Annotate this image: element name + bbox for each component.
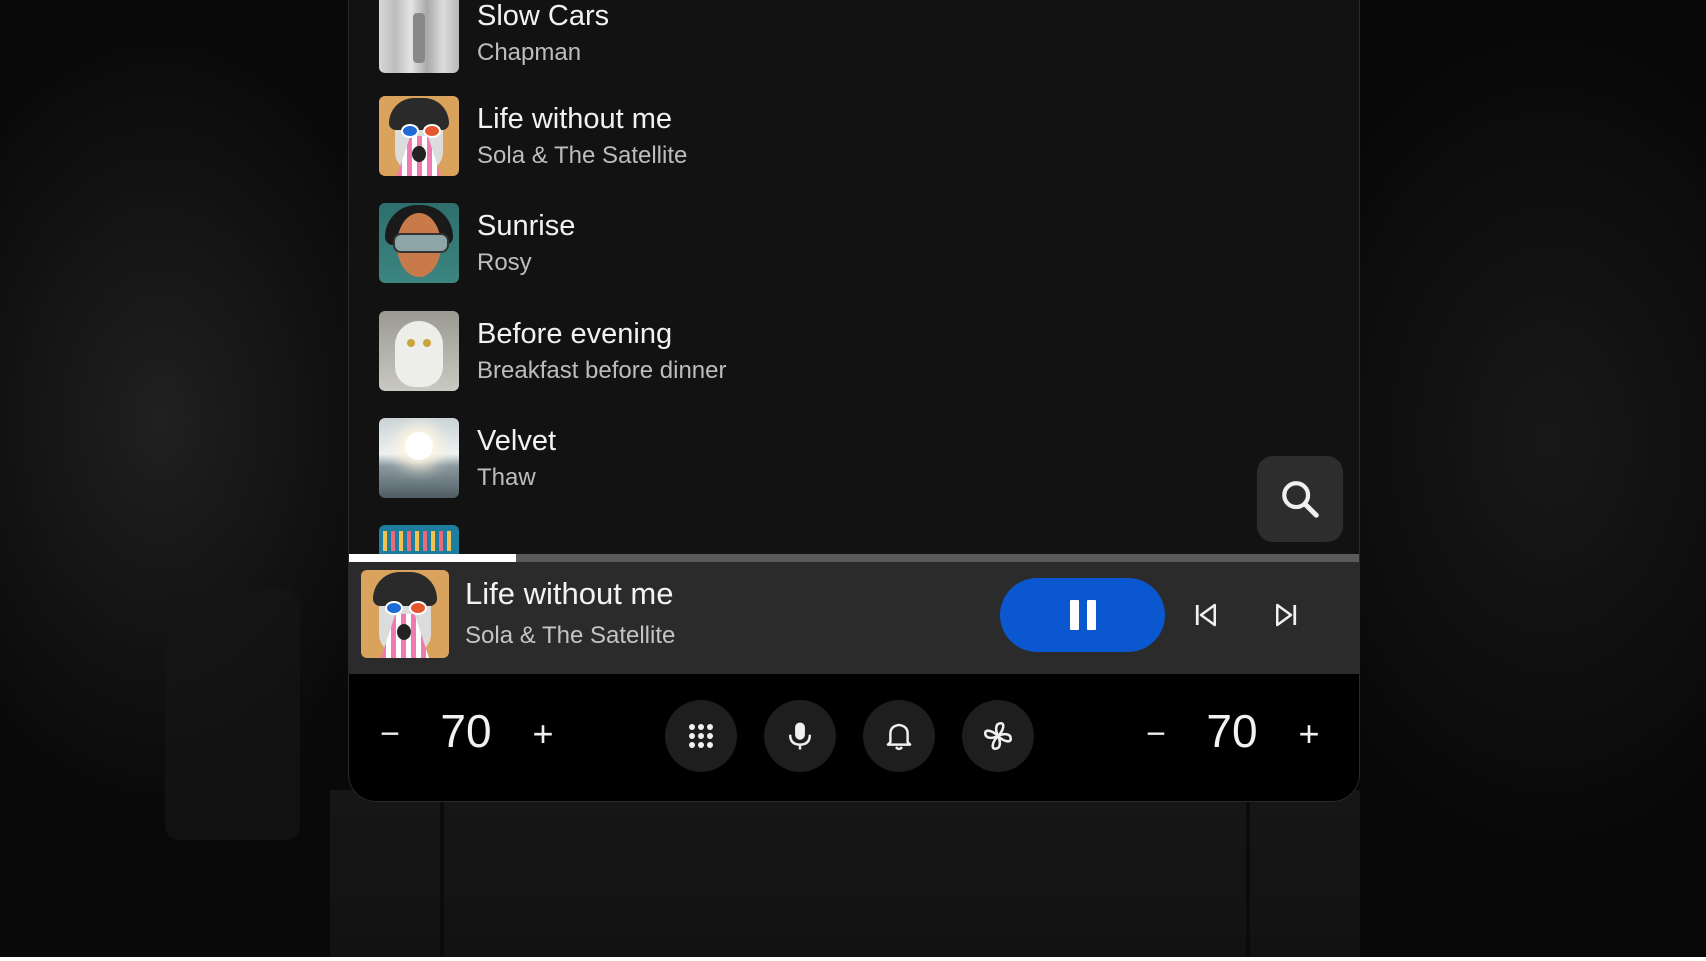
skip-next-icon [1276, 603, 1297, 627]
track-title: Velvet [477, 425, 556, 457]
track-title: Life without me [477, 103, 673, 135]
track-artist: Sola & The Satellite [477, 142, 688, 169]
voice-assistant-button[interactable] [764, 700, 836, 772]
track-item[interactable]: Velvet Thaw [379, 418, 1279, 498]
now-playing-bar[interactable]: Life without me Sola & The Satellite [349, 562, 1359, 674]
search-button[interactable] [1257, 456, 1343, 542]
bell-icon [886, 723, 912, 751]
right-temp-increase-button[interactable]: + [1289, 713, 1329, 754]
track-list[interactable]: Slow Cars Chapman Life without me Sola &… [349, 0, 1359, 556]
track-artist: Thaw [477, 464, 536, 491]
pause-icon [1066, 600, 1100, 630]
track-meta: Before evening Breakfast before dinner [477, 314, 726, 388]
track-meta: Velvet Thaw [477, 421, 556, 495]
console-groove [1246, 790, 1250, 961]
bottom-edge [0, 957, 1706, 961]
sunrise-album-art [379, 203, 459, 283]
climate-fan-button[interactable] [962, 700, 1034, 772]
next-track-button[interactable] [1265, 594, 1307, 636]
now-playing-album-art [361, 570, 449, 658]
track-meta: Sunrise Rosy [477, 206, 575, 280]
app-grid-icon [689, 724, 713, 748]
previous-track-button[interactable] [1185, 594, 1227, 636]
fan-icon [983, 721, 1013, 751]
now-playing-artist: Sola & The Satellite [465, 622, 676, 649]
track-title: Sunrise [477, 210, 576, 242]
track-item[interactable]: Sunrise Rosy [379, 203, 1279, 283]
before-evening-album-art [379, 311, 459, 391]
notifications-button[interactable] [863, 700, 935, 772]
track-artist: Breakfast before dinner [477, 357, 727, 384]
track-item[interactable]: Paper cut [379, 525, 1279, 556]
playback-progress-bar[interactable] [349, 554, 1359, 562]
minus-icon: − [1146, 714, 1166, 753]
track-item[interactable]: Life without me Sola & The Satellite [379, 96, 1279, 176]
right-temperature: 70 [1206, 705, 1258, 757]
background-seat-right [1300, 0, 1706, 961]
search-icon [1282, 481, 1319, 518]
background-seat-panel [165, 590, 300, 840]
track-meta: Slow Cars Chapman [477, 0, 609, 70]
right-temp-decrease-button[interactable]: − [1136, 714, 1176, 754]
system-bar: − 70 + − 70 + [349, 674, 1359, 801]
track-meta: Life without me Sola & The Satellite [477, 99, 687, 173]
track-artist: Rosy [477, 249, 532, 276]
console-groove [440, 790, 444, 961]
infotainment-screen: Slow Cars Chapman Life without me Sola &… [348, 0, 1360, 802]
now-playing-title: Life without me [465, 576, 674, 611]
left-temperature: 70 [440, 705, 492, 757]
background-console [330, 790, 1360, 961]
left-temp-decrease-button[interactable]: − [370, 714, 410, 754]
paper-cut-album-art [379, 525, 459, 556]
velvet-album-art [379, 418, 459, 498]
track-item[interactable]: Slow Cars Chapman [379, 0, 1279, 73]
life-without-me-album-art [379, 96, 459, 176]
playback-progress-fill [349, 554, 516, 562]
left-temp-increase-button[interactable]: + [523, 713, 563, 754]
track-title: Slow Cars [477, 0, 610, 32]
slow-cars-album-art [379, 0, 459, 73]
track-title: Before evening [477, 318, 673, 350]
app-grid-button[interactable] [665, 700, 737, 772]
track-artist: Chapman [477, 39, 582, 66]
skip-previous-icon [1195, 603, 1216, 627]
plus-icon: + [532, 713, 554, 754]
pause-button[interactable] [1000, 578, 1165, 652]
microphone-icon [788, 722, 812, 750]
track-item[interactable]: Before evening Breakfast before dinner [379, 311, 1279, 391]
minus-icon: − [380, 714, 400, 753]
plus-icon: + [1298, 713, 1320, 754]
